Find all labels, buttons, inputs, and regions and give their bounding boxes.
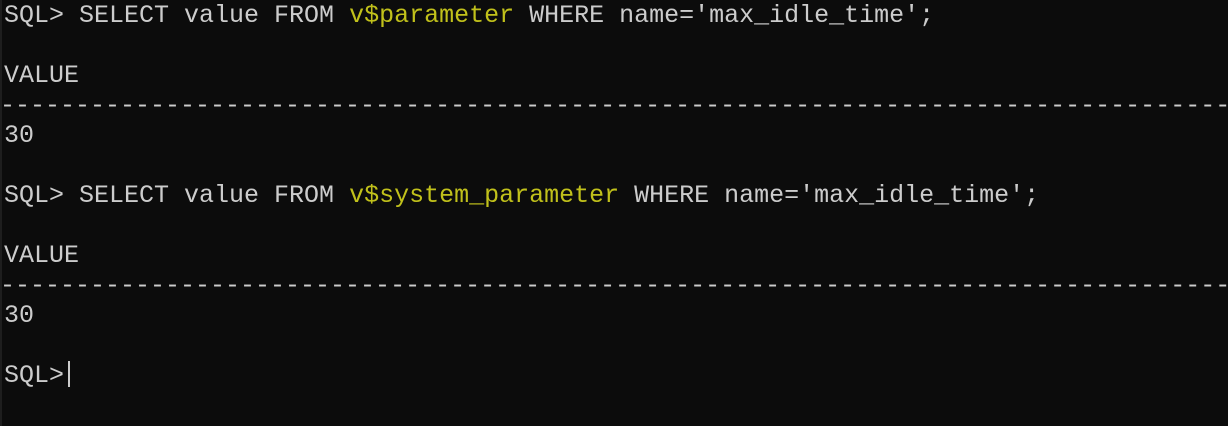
result-1-header: VALUE [4,61,80,90]
query-line-2: SQL> SELECT value FROM v$system_paramete… [4,181,1039,211]
query-1-post: WHERE name='max_idle_time'; [514,1,935,30]
query-2-pre: SELECT value FROM [64,181,350,210]
query-1-view-name: v$parameter [349,1,515,30]
result-2-value: 30 [4,301,35,330]
sql-prompt: SQL> [4,181,65,210]
query-2-view-name: v$system_parameter [349,181,620,210]
input-line[interactable]: SQL> [4,361,71,391]
result-1-separator: ----------------------------------------… [0,91,1228,120]
result-2-header: VALUE [4,241,80,270]
query-1-pre: SELECT value FROM [64,1,350,30]
result-2-separator: ----------------------------------------… [0,271,1228,300]
window-left-border [0,0,2,426]
sql-prompt: SQL> [4,361,65,390]
query-line-1: SQL> SELECT value FROM v$parameter WHERE… [4,1,934,31]
result-1-value: 30 [4,121,35,150]
text-cursor [68,361,71,387]
query-2-post: WHERE name='max_idle_time'; [619,181,1040,210]
sql-prompt: SQL> [4,1,65,30]
terminal-window[interactable]: SQL> SELECT value FROM v$parameter WHERE… [0,0,1228,426]
